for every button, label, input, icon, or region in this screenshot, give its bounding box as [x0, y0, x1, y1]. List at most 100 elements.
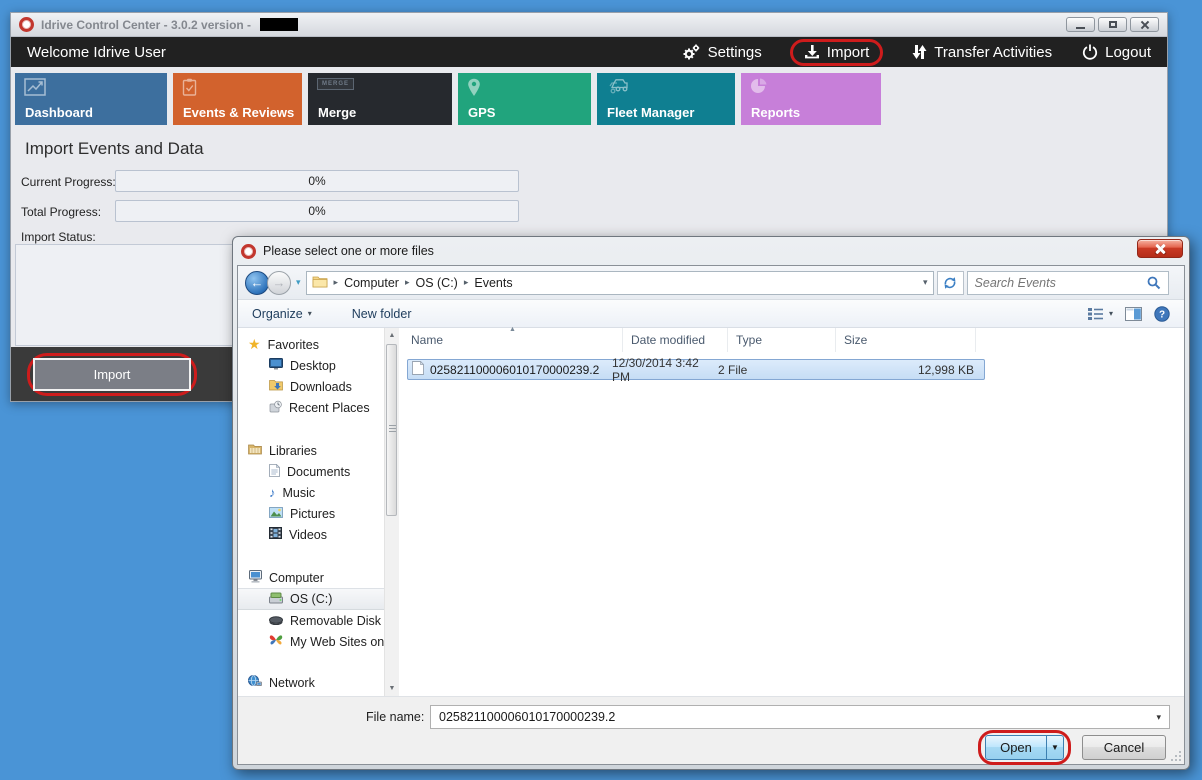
help-button[interactable]: ? [1154, 306, 1170, 322]
sidebar-item-music[interactable]: ♪ Music [238, 482, 384, 503]
tile-events-reviews[interactable]: Events & Reviews [173, 73, 302, 125]
views-button[interactable]: ▾ [1088, 308, 1113, 320]
transfer-activities-label: Transfer Activities [934, 44, 1052, 61]
close-button[interactable] [1130, 17, 1159, 32]
file-row-selected[interactable]: 025821100006010170000239.2 12/30/2014 3:… [407, 359, 985, 380]
open-button[interactable]: Open [985, 735, 1047, 760]
total-progress-bar: 0% [115, 200, 519, 222]
maximize-button[interactable] [1098, 17, 1127, 32]
nav-sidebar: ★ Favorites Desktop Downloads Recent Pla… [238, 328, 384, 696]
section-title: Import Events and Data [25, 139, 204, 159]
refresh-button[interactable] [937, 271, 964, 295]
back-button[interactable]: ← [245, 271, 269, 295]
sidebar-item-documents[interactable]: Documents [238, 461, 384, 482]
breadcrumb-separator-icon: ▸ [332, 277, 341, 288]
tile-events-reviews-label: Events & Reviews [183, 105, 294, 120]
sidebar-scrollbar[interactable]: ▲ ▼ [384, 328, 399, 696]
tile-merge[interactable]: MERGE Merge [308, 73, 452, 125]
import-menu-item[interactable]: Import [790, 39, 884, 66]
breadcrumb-os-c[interactable]: OS (C:) [415, 276, 457, 290]
search-icon [1147, 276, 1161, 290]
column-headers: ▲ Name Date modified Type Size [399, 328, 1184, 352]
file-date-modified: 12/30/2014 3:42 PM [612, 356, 718, 384]
dialog-close-button[interactable] [1137, 239, 1183, 258]
import-button[interactable]: Import [33, 358, 191, 391]
column-header-size[interactable]: Size [836, 328, 976, 352]
hard-drive-icon [269, 592, 283, 607]
organize-dropdown-icon: ▾ [308, 309, 312, 318]
breadcrumb[interactable]: ▸ Computer ▸ OS (C:) ▸ Events ▾ [306, 271, 934, 295]
close-icon [1140, 20, 1149, 29]
star-icon: ★ [248, 336, 261, 353]
cancel-button[interactable]: Cancel [1082, 735, 1166, 760]
column-header-date-modified[interactable]: Date modified [623, 328, 728, 352]
preview-pane-icon [1125, 307, 1142, 321]
sidebar-item-my-web-sites[interactable]: My Web Sites on [238, 631, 384, 652]
videos-label: Videos [289, 528, 327, 542]
sidebar-item-downloads[interactable]: Downloads [238, 376, 384, 397]
scroll-up-icon[interactable]: ▲ [385, 328, 399, 343]
pie-chart-icon [750, 78, 767, 100]
welcome-text: Welcome Idrive User [27, 44, 166, 61]
transfer-icon [911, 44, 927, 60]
column-header-type[interactable]: Type [728, 328, 836, 352]
forward-arrow-icon: → [273, 275, 286, 290]
forward-button[interactable]: → [267, 271, 291, 295]
file-name-dropdown-icon[interactable]: ▾ [1156, 712, 1161, 723]
tile-gps-label: GPS [468, 105, 495, 120]
file-list: ▲ Name Date modified Type Size 025821100… [399, 328, 1184, 696]
removable-disk-label: Removable Disk ( [290, 614, 384, 628]
minimize-button[interactable] [1066, 17, 1095, 32]
file-name-combobox[interactable]: 025821100006010170000239.2 ▾ [430, 705, 1170, 729]
dialog-close-icon [1155, 244, 1165, 254]
tile-dashboard[interactable]: Dashboard [15, 73, 167, 125]
tile-merge-label: Merge [318, 105, 356, 120]
computer-label: Computer [269, 571, 324, 585]
preview-pane-button[interactable] [1125, 307, 1142, 321]
scrollbar-thumb[interactable] [386, 344, 397, 516]
sidebar-item-pictures[interactable]: Pictures [238, 503, 384, 524]
breadcrumb-computer[interactable]: Computer [344, 276, 399, 290]
sidebar-item-recent-places[interactable]: Recent Places [238, 397, 384, 418]
back-arrow-icon: ← [251, 275, 264, 290]
open-split-dropdown[interactable]: ▼ [1047, 735, 1064, 760]
tile-reports[interactable]: Reports [741, 73, 881, 125]
logout-menu-item[interactable]: Logout [1082, 44, 1151, 61]
new-folder-label: New folder [352, 307, 412, 321]
sidebar-item-desktop[interactable]: Desktop [238, 355, 384, 376]
current-progress-label: Current Progress: [21, 175, 116, 189]
column-header-name[interactable]: ▲ Name [399, 328, 623, 352]
file-name-value: 025821100006010170000239.2 [439, 710, 615, 724]
music-note-icon: ♪ [269, 485, 276, 500]
sidebar-section-network[interactable]: Network [238, 672, 384, 693]
app-menu-bar: Welcome Idrive User Settings Import Tran… [11, 37, 1167, 67]
recent-pages-dropdown[interactable]: ▾ [294, 277, 303, 288]
tile-fleet-manager[interactable]: Fleet Manager [597, 73, 735, 125]
sidebar-section-computer[interactable]: Computer [238, 567, 384, 588]
settings-menu-item[interactable]: Settings [682, 44, 762, 61]
music-label: Music [283, 486, 316, 500]
address-dropdown-icon[interactable]: ▾ [923, 277, 928, 288]
sidebar-item-removable-disk[interactable]: Removable Disk ( [238, 610, 384, 631]
import-annotation-oval: Import [27, 353, 197, 396]
file-open-dialog: Please select one or more files ← → ▾ ▸ … [232, 236, 1190, 770]
new-folder-button[interactable]: New folder [352, 307, 412, 321]
tile-gps[interactable]: GPS [458, 73, 591, 125]
breadcrumb-events[interactable]: Events [474, 276, 512, 290]
cars-icon [606, 78, 632, 99]
search-input[interactable] [975, 276, 1147, 290]
sidebar-section-libraries[interactable]: Libraries [238, 440, 384, 461]
sidebar-item-videos[interactable]: Videos [238, 524, 384, 545]
dialog-titlebar: Please select one or more files [233, 237, 1189, 265]
transfer-activities-menu-item[interactable]: Transfer Activities [911, 44, 1052, 61]
search-field[interactable] [967, 271, 1169, 295]
help-icon: ? [1154, 306, 1170, 322]
resize-grip[interactable] [1171, 751, 1181, 761]
downloads-label: Downloads [290, 380, 352, 394]
organize-button[interactable]: Organize ▾ [252, 307, 312, 321]
scroll-down-icon[interactable]: ▼ [385, 681, 399, 696]
sidebar-item-os-c[interactable]: OS (C:) [238, 588, 384, 610]
dialog-logo-icon [241, 244, 256, 259]
import-status-label: Import Status: [21, 230, 96, 244]
sidebar-section-favorites[interactable]: ★ Favorites [238, 334, 384, 355]
